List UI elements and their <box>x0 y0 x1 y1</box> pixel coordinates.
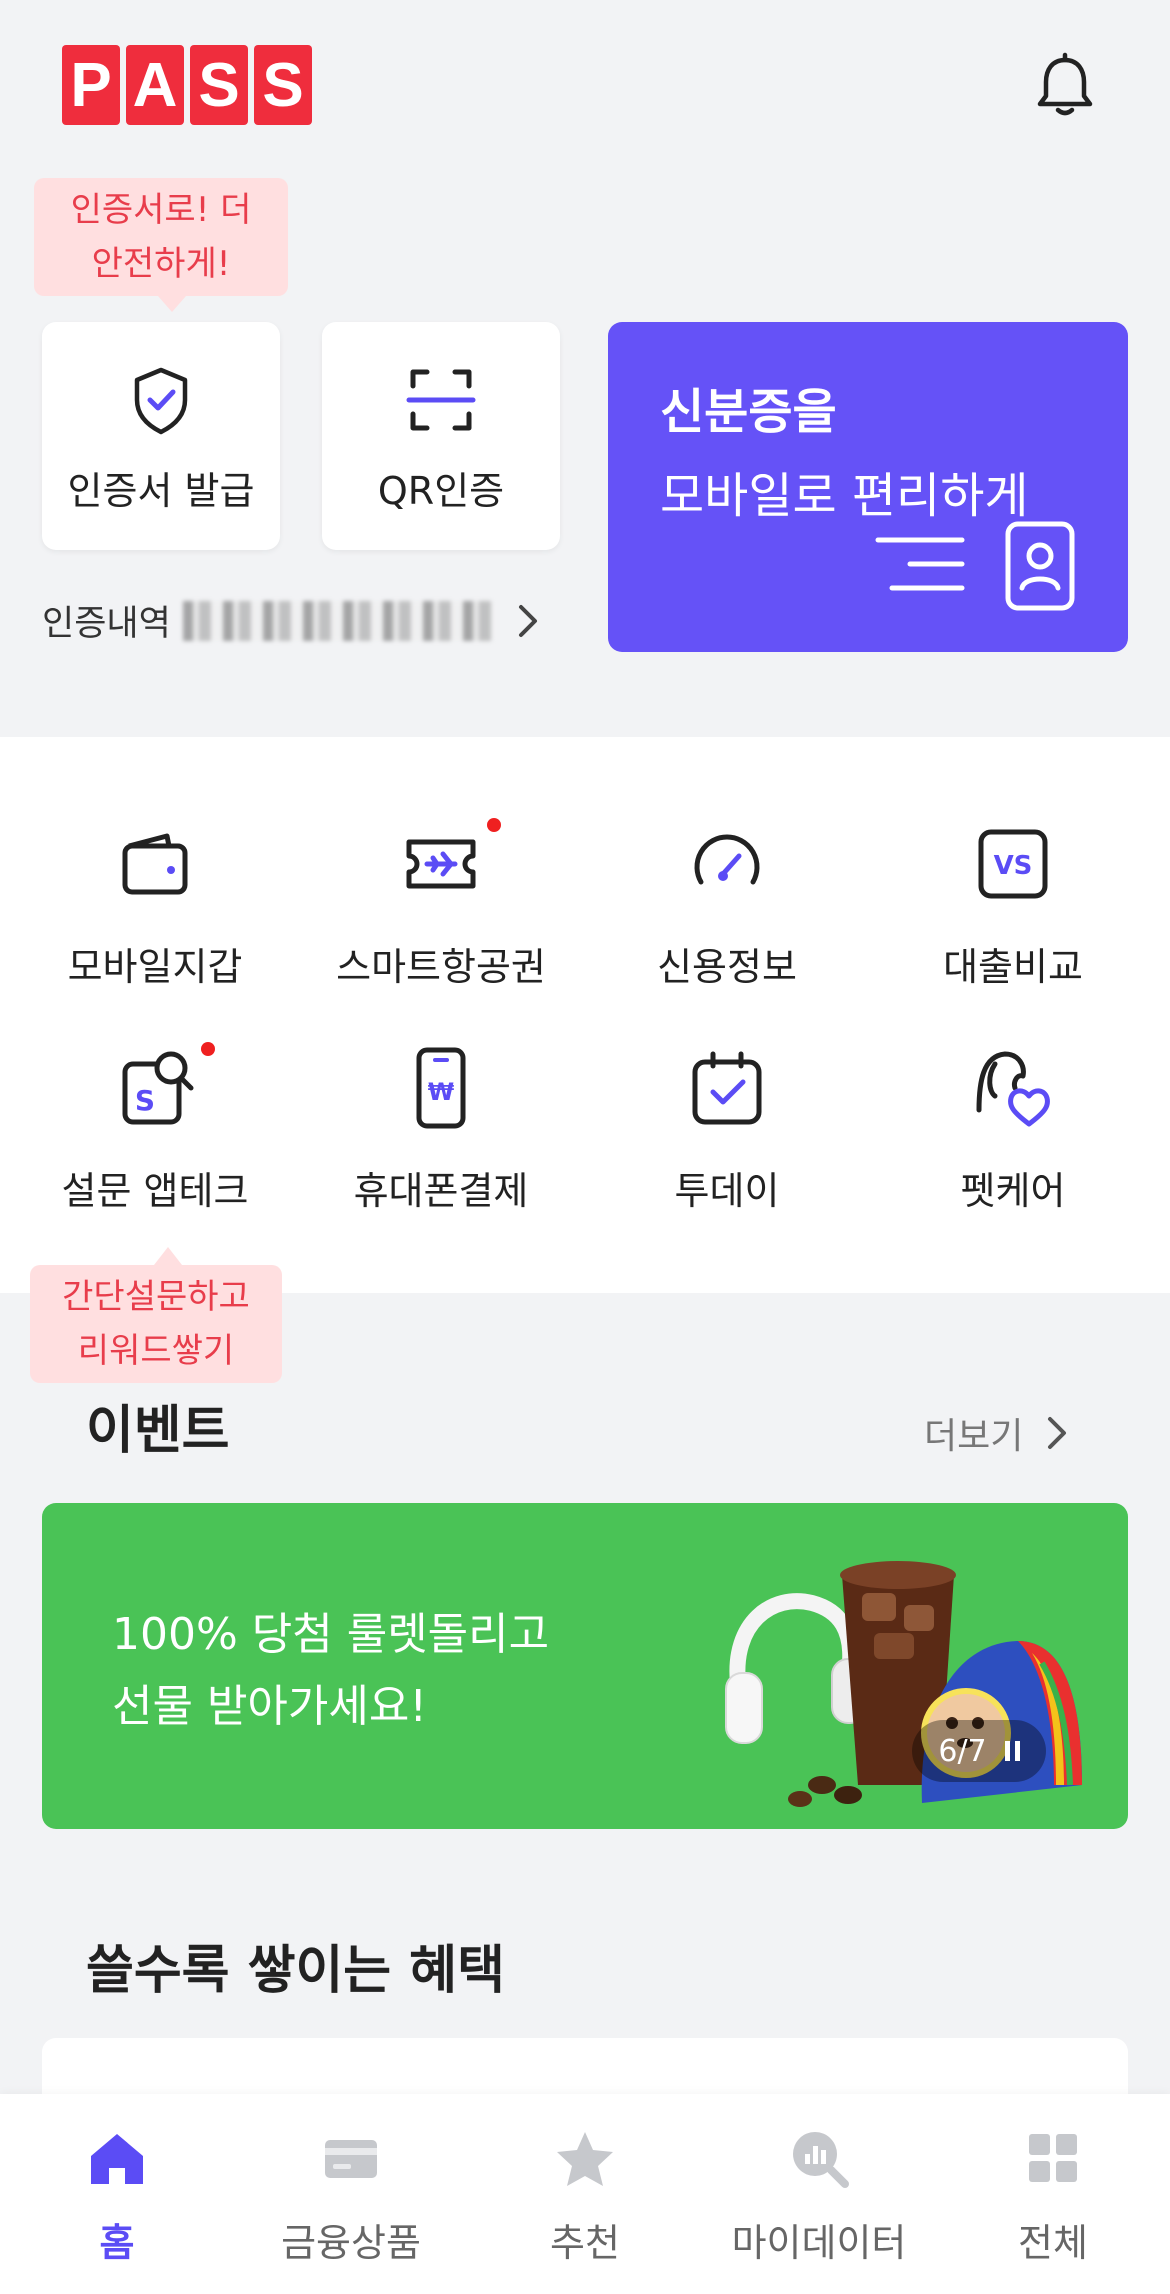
nav-home[interactable]: 홈 <box>0 2126 234 2267</box>
plane-ticket-icon <box>406 839 476 889</box>
menu-smart-ticket[interactable]: 스마트항공권 <box>298 818 584 991</box>
logo-letter: P <box>62 45 120 125</box>
menu-label: 투데이 <box>674 1169 780 1213</box>
nav-label: 추천 <box>550 2221 620 2265</box>
id-banner-title: 신분증을 <box>660 384 837 440</box>
gauge-icon <box>694 834 760 885</box>
menu-label: 대출비교 <box>943 945 1083 989</box>
svg-text:VS: VS <box>994 851 1033 881</box>
mobile-id-banner[interactable]: 신분증을 모바일로 편리하게 <box>608 322 1128 652</box>
menu-label: 스마트항공권 <box>336 945 546 989</box>
cert-tooltip-line1: 인증서로! 더 <box>70 190 252 230</box>
menu-label: 펫케어 <box>960 1169 1066 1213</box>
qr-auth-button[interactable]: QR인증 <box>322 322 560 550</box>
menu-label: 휴대폰결제 <box>353 1169 529 1213</box>
menu-label: 모바일지갑 <box>67 945 243 989</box>
event-prize-illustration <box>725 1561 1082 1807</box>
menu-label: 신용정보 <box>657 945 797 989</box>
nav-label: 홈 <box>99 2221 135 2265</box>
menu-phone-payment[interactable]: ₩ 휴대폰결제 <box>298 1044 584 1215</box>
events-more-link[interactable]: 더보기 <box>924 1407 1069 1459</box>
menu-loan-compare[interactable]: VS 대출비교 <box>870 820 1156 991</box>
nav-label: 전체 <box>1018 2221 1088 2265</box>
pet-heart-icon <box>976 1051 1050 1127</box>
nav-mydata[interactable]: 마이데이터 <box>702 2126 936 2267</box>
phone-won-icon: ₩ <box>416 1047 466 1129</box>
banner-page-counter[interactable]: 6/7 <box>912 1720 1046 1782</box>
new-dot <box>487 818 501 832</box>
menu-mobile-wallet[interactable]: 모바일지갑 <box>12 820 298 991</box>
counter-text: 6/7 <box>938 1733 987 1769</box>
vs-icon: VS <box>978 829 1048 899</box>
qr-scan-icon <box>406 369 476 431</box>
nav-recommend[interactable]: 추천 <box>468 2126 702 2267</box>
event-banner-line2: 선물 받아가세요! <box>112 1681 427 1732</box>
logo-letter: S <box>254 45 312 125</box>
id-card-icon <box>1005 521 1075 611</box>
calendar-check-icon <box>692 1051 762 1125</box>
star-icon <box>557 2132 613 2186</box>
survey-tooltip: 간단설문하고 리워드쌓기 <box>30 1247 282 1383</box>
grid-icon <box>1029 2134 1077 2182</box>
survey-tooltip-line1: 간단설문하고 <box>62 1277 250 1317</box>
pause-icon[interactable] <box>1004 1741 1020 1761</box>
menu-credit-info[interactable]: 신용정보 <box>584 820 870 991</box>
menu-label: 설문 앱테크 <box>61 1169 249 1213</box>
menu-pet-care[interactable]: 펫케어 <box>870 1044 1156 1215</box>
survey-tooltip-line2: 리워드쌓기 <box>77 1331 235 1371</box>
cert-issue-button[interactable]: 인증서 발급 <box>42 322 280 550</box>
nav-all[interactable]: 전체 <box>936 2126 1170 2267</box>
bell-icon[interactable] <box>1030 52 1100 122</box>
auth-history-link[interactable]: 인증내역 <box>42 595 541 646</box>
event-banner-line1: 100% 당첨 룰렛돌리고 <box>112 1609 550 1660</box>
qr-auth-label: QR인증 <box>377 469 505 513</box>
pass-logo: P A S S <box>62 45 312 125</box>
svg-text:₩: ₩ <box>428 1078 455 1106</box>
id-banner-subtitle: 모바일로 편리하게 <box>660 468 1029 524</box>
benefits-title: 쓸수록 쌓이는 혜택 <box>86 1941 505 2001</box>
nav-label: 마이데이터 <box>731 2221 907 2265</box>
cert-tooltip-line2: 안전하게! <box>91 244 231 284</box>
svg-text:S: S <box>135 1084 155 1117</box>
card-icon <box>325 2140 377 2178</box>
cert-issue-label: 인증서 발급 <box>67 469 255 513</box>
events-title: 이벤트 <box>86 1401 230 1461</box>
menu-today[interactable]: 투데이 <box>584 1044 870 1215</box>
survey-search-icon: S <box>122 1051 194 1125</box>
chevron-right-icon <box>1048 1417 1067 1449</box>
nav-financial-products[interactable]: 금융상품 <box>234 2126 468 2267</box>
logo-letter: A <box>126 45 184 125</box>
nav-label: 금융상품 <box>281 2221 421 2265</box>
logo-letter: S <box>190 45 248 125</box>
shield-check-icon <box>134 367 188 435</box>
new-dot <box>201 1042 215 1056</box>
bottom-navigation: 홈 금융상품 추천 마이데이터 전체 <box>0 2094 1170 2294</box>
blurred-history-text <box>182 600 493 641</box>
auth-history-label: 인증내역 <box>42 604 171 644</box>
speed-lines-icon <box>875 537 965 591</box>
cert-tooltip: 인증서로! 더 안전하게! <box>34 178 288 312</box>
wallet-icon <box>122 833 188 895</box>
chevron-right-icon <box>518 604 537 637</box>
more-label: 더보기 <box>924 1416 1024 1457</box>
mydata-icon <box>793 2132 849 2188</box>
menu-survey-apptech[interactable]: S 설문 앱테크 <box>12 1042 298 1215</box>
home-icon <box>91 2134 143 2184</box>
